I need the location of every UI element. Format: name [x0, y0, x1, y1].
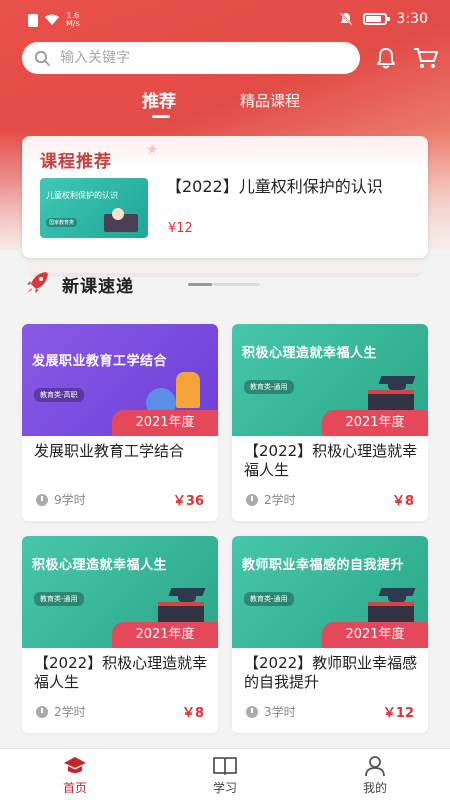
status-right: 3:30 — [338, 11, 428, 27]
course-title: 【2022】积极心理造就幸福人生 — [244, 442, 418, 479]
network-speed-unit: M/s — [66, 19, 80, 28]
course-price: ￥8 — [391, 494, 414, 509]
recommend-section-title: 课程推荐 — [40, 152, 112, 172]
course-cover: 积极心理造就幸福人生 教育类-通用 2021年度 — [22, 536, 218, 648]
user-icon — [365, 756, 385, 777]
rocket-icon — [27, 272, 48, 293]
year-badge: 2021年度 — [112, 622, 218, 648]
nav-mine[interactable]: 我的 — [335, 755, 415, 796]
nav-home-label: 首页 — [62, 781, 87, 795]
books-illustration — [158, 602, 204, 622]
course-meta: 2学时 — [36, 703, 86, 720]
new-courses-title: 新课速递 — [62, 277, 134, 297]
status-bar: 1.6 M/s 3:30 — [0, 0, 450, 38]
course-title: 【2022】教师职业幸福感的自我提升 — [244, 654, 418, 691]
graduation-cap-illustration — [388, 382, 406, 390]
thumbnail-tag: 国家教育类 — [46, 218, 78, 227]
decor-star-icon: ★ — [146, 142, 159, 158]
recommend-course-price: ¥12 — [168, 221, 193, 236]
nav-mine-label: 我的 — [362, 781, 387, 795]
shopping-cart-icon[interactable] — [413, 46, 439, 70]
cover-tag: 教育类-高职 — [34, 388, 84, 402]
home-icon — [64, 757, 86, 773]
cover-title: 积极心理造就幸福人生 — [32, 558, 168, 573]
books-illustration — [368, 602, 414, 622]
course-card[interactable]: 教师职业幸福感的自我提升 教育类-通用 2021年度 【2022】教师职业幸福感… — [232, 536, 428, 733]
course-cover: 教师职业幸福感的自我提升 教育类-通用 2021年度 — [232, 536, 428, 648]
status-left: 1.6 M/s — [28, 12, 80, 28]
course-price: ￥36 — [172, 494, 204, 509]
search-icon — [34, 50, 50, 66]
course-cover: 发展职业教育工学结合 教育类-高职 2021年度 — [22, 324, 218, 436]
nav-study-label: 学习 — [212, 781, 237, 795]
active-tab-indicator — [152, 115, 170, 118]
year-badge: 2021年度 — [322, 622, 428, 648]
cover-tag: 教育类-通用 — [244, 592, 294, 606]
year-badge: 2021年度 — [322, 410, 428, 436]
course-hours: 9学时 — [54, 493, 86, 507]
top-tabs: 推荐 精品课程 — [0, 88, 450, 122]
sim-alert-icon — [28, 13, 38, 27]
course-title: 【2022】积极心理造就幸福人生 — [34, 654, 208, 691]
course-cover: 积极心理造就幸福人生 教育类-通用 2021年度 — [232, 324, 428, 436]
course-price: ￥12 — [382, 706, 414, 721]
carousel-progress — [188, 283, 260, 286]
course-hours: 2学时 — [264, 493, 296, 507]
mute-bell-icon — [338, 12, 353, 26]
thumbnail-title: 儿童权利保护的认识 — [46, 191, 118, 200]
books-illustration — [368, 390, 414, 410]
course-price: ￥8 — [181, 706, 204, 721]
carousel-progress-fill — [188, 283, 212, 286]
course-hours: 2学时 — [54, 705, 86, 719]
book-icon — [213, 757, 237, 775]
tab-recommend[interactable]: 推荐 — [142, 87, 176, 112]
course-card[interactable]: 积极心理造就幸福人生 教育类-通用 2021年度 【2022】积极心理造就幸福人… — [22, 536, 218, 733]
cover-title: 积极心理造就幸福人生 — [242, 346, 378, 361]
clock-icon — [246, 493, 258, 506]
cover-title: 教师职业幸福感的自我提升 — [242, 558, 405, 573]
bottom-navigation: 首页 学习 我的 — [0, 748, 450, 800]
notification-bell-icon[interactable] — [374, 46, 398, 70]
cover-title: 发展职业教育工学结合 — [32, 354, 168, 369]
course-hours: 3学时 — [264, 705, 296, 719]
course-meta: 3学时 — [246, 703, 296, 720]
year-badge: 2021年度 — [112, 410, 218, 436]
course-recommend-card: 课程推荐 ★ 儿童权利保护的认识 国家教育类 【2022】儿童权利保护的认识 ¥… — [22, 136, 428, 277]
course-title: 发展职业教育工学结合 — [34, 442, 185, 460]
wifi-icon — [45, 14, 59, 25]
nav-home[interactable]: 首页 — [35, 755, 115, 796]
cover-tag: 教育类-通用 — [244, 380, 294, 394]
search-input[interactable] — [60, 50, 320, 66]
tab-quality-courses[interactable]: 精品课程 — [240, 90, 300, 111]
recommend-card-body[interactable]: 课程推荐 ★ 儿童权利保护的认识 国家教育类 【2022】儿童权利保护的认识 ¥… — [22, 136, 428, 258]
recommend-course-thumbnail[interactable]: 儿童权利保护的认识 国家教育类 — [40, 178, 148, 238]
new-courses-header: 新课速递 — [0, 270, 450, 298]
recommend-course-title[interactable]: 【2022】儿童权利保护的认识 — [166, 176, 416, 197]
clock-time: 3:30 — [396, 11, 428, 27]
course-meta: 2学时 — [246, 491, 296, 508]
clock-icon — [36, 493, 48, 506]
person-illustration — [176, 372, 200, 408]
network-speed: 1.6 M/s — [66, 12, 80, 28]
battery-icon — [362, 13, 390, 25]
clock-icon — [246, 705, 258, 718]
search-bar[interactable] — [22, 42, 360, 74]
graduation-cap-illustration — [388, 594, 406, 602]
nav-study[interactable]: 学习 — [185, 755, 265, 796]
clock-icon — [36, 705, 48, 718]
graduation-cap-illustration — [178, 594, 196, 602]
course-meta: 9学时 — [36, 491, 86, 508]
course-card[interactable]: 积极心理造就幸福人生 教育类-通用 2021年度 【2022】积极心理造就幸福人… — [232, 324, 428, 521]
person-illustration — [112, 208, 124, 220]
course-card[interactable]: 发展职业教育工学结合 教育类-高职 2021年度 发展职业教育工学结合 9学时 … — [22, 324, 218, 521]
cover-tag: 教育类-通用 — [34, 592, 84, 606]
